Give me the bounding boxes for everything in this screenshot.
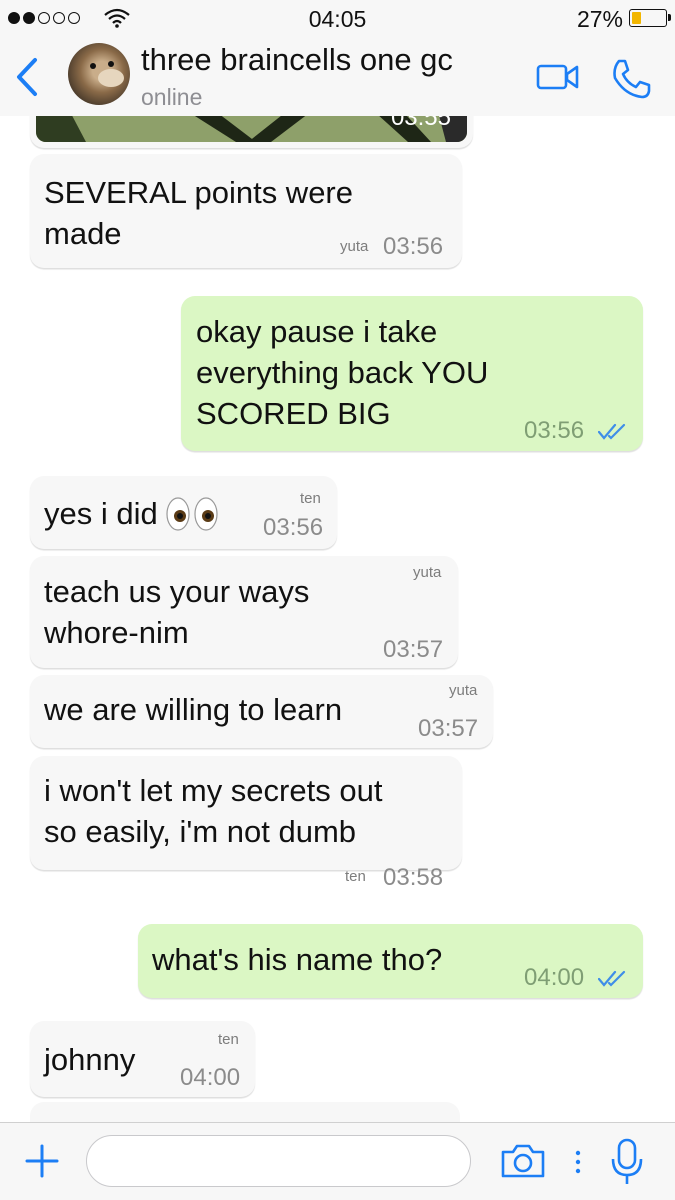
chat-header: three braincells one gc online <box>0 38 675 116</box>
message-time: 04:00 <box>180 1064 241 1091</box>
read-receipt-icon <box>598 423 626 440</box>
message-bubble-outgoing[interactable]: okay pause i take everything back YOU SC… <box>181 296 643 451</box>
message-bubble-outgoing[interactable]: what's his name tho? 04:00 <box>138 924 643 998</box>
message-time: 03:56 <box>383 233 444 260</box>
message-text: made <box>44 216 122 251</box>
message-text: SEVERAL points were <box>44 175 354 210</box>
message-bubble-incoming[interactable] <box>30 1102 460 1122</box>
image-message[interactable]: 03:55 <box>30 116 473 148</box>
message-text: whore-nim <box>44 615 189 650</box>
avatar[interactable] <box>68 43 130 105</box>
voice-message-button[interactable] <box>610 1137 644 1192</box>
attach-button[interactable] <box>24 1143 60 1184</box>
message-bubble-incoming[interactable]: johnny ten 04:00 <box>30 1021 255 1097</box>
message-text: johnny <box>44 1042 136 1077</box>
chevron-left-icon <box>17 58 37 96</box>
compose-bar <box>0 1122 675 1200</box>
status-time: 04:05 <box>308 6 367 32</box>
image-thumbnail[interactable]: 03:55 <box>36 116 467 142</box>
message-time: 03:57 <box>383 636 444 663</box>
phone-icon <box>613 59 651 99</box>
message-sender: yuta <box>340 238 369 255</box>
eyes-icon <box>166 496 218 531</box>
message-sender: yuta <box>449 682 478 699</box>
message-time: 04:00 <box>524 964 585 991</box>
message-text: so easily, i'm not dumb <box>44 814 357 849</box>
battery-percent: 27% <box>576 6 623 32</box>
battery-icon <box>629 9 671 27</box>
camera-icon <box>501 1144 545 1178</box>
chat-title[interactable]: three braincells one gc <box>141 42 453 78</box>
status-bar: 04:05 27% <box>0 0 675 38</box>
message-input[interactable] <box>86 1135 471 1187</box>
message-bubble-incoming[interactable]: SEVERAL points were made yuta 03:56 <box>30 154 462 268</box>
message-text: okay pause i take <box>196 314 438 349</box>
message-bubble-incoming[interactable]: i won't let my secrets out so easily, i'… <box>30 756 462 891</box>
video-call-button[interactable] <box>536 62 580 97</box>
message-bubble-incoming[interactable]: we are willing to learn yuta 03:57 <box>30 675 493 748</box>
message-time: 03:57 <box>418 715 479 742</box>
read-receipt-icon <box>598 970 626 987</box>
microphone-icon <box>611 1138 643 1184</box>
message-text: what's his name tho? <box>152 942 443 977</box>
message-time: 03:58 <box>383 864 444 891</box>
message-text: everything back YOU <box>196 355 489 390</box>
chat-status: online <box>141 84 203 110</box>
message-sender: ten <box>218 1031 239 1048</box>
message-sender: ten <box>300 490 321 507</box>
message-text: SCORED BIG <box>196 396 391 431</box>
video-camera-icon <box>536 64 579 90</box>
message-text: yes i did <box>44 496 158 531</box>
back-button[interactable] <box>8 52 48 102</box>
message-sender: yuta <box>413 564 442 581</box>
message-text: we are willing to learn <box>44 692 343 727</box>
message-list[interactable]: 03:55 SEVERAL points were made yuta 03:5… <box>0 116 675 1122</box>
plus-icon <box>25 1144 59 1178</box>
camera-button[interactable] <box>500 1143 546 1184</box>
message-text: teach us your ways <box>44 574 310 609</box>
message-bubble-incoming[interactable]: yes i did ten 03:56 <box>30 476 337 549</box>
message-bubble-incoming[interactable]: teach us your ways whore-nim yuta 03:57 <box>30 556 458 668</box>
message-sender: ten <box>345 868 366 885</box>
more-options-icon[interactable] <box>574 1149 582 1175</box>
message-time: 03:56 <box>524 417 585 444</box>
message-text: i won't let my secrets out <box>44 773 383 808</box>
message-time: 03:55 <box>390 116 451 131</box>
message-time: 03:56 <box>263 514 324 541</box>
voice-call-button[interactable] <box>610 58 652 105</box>
